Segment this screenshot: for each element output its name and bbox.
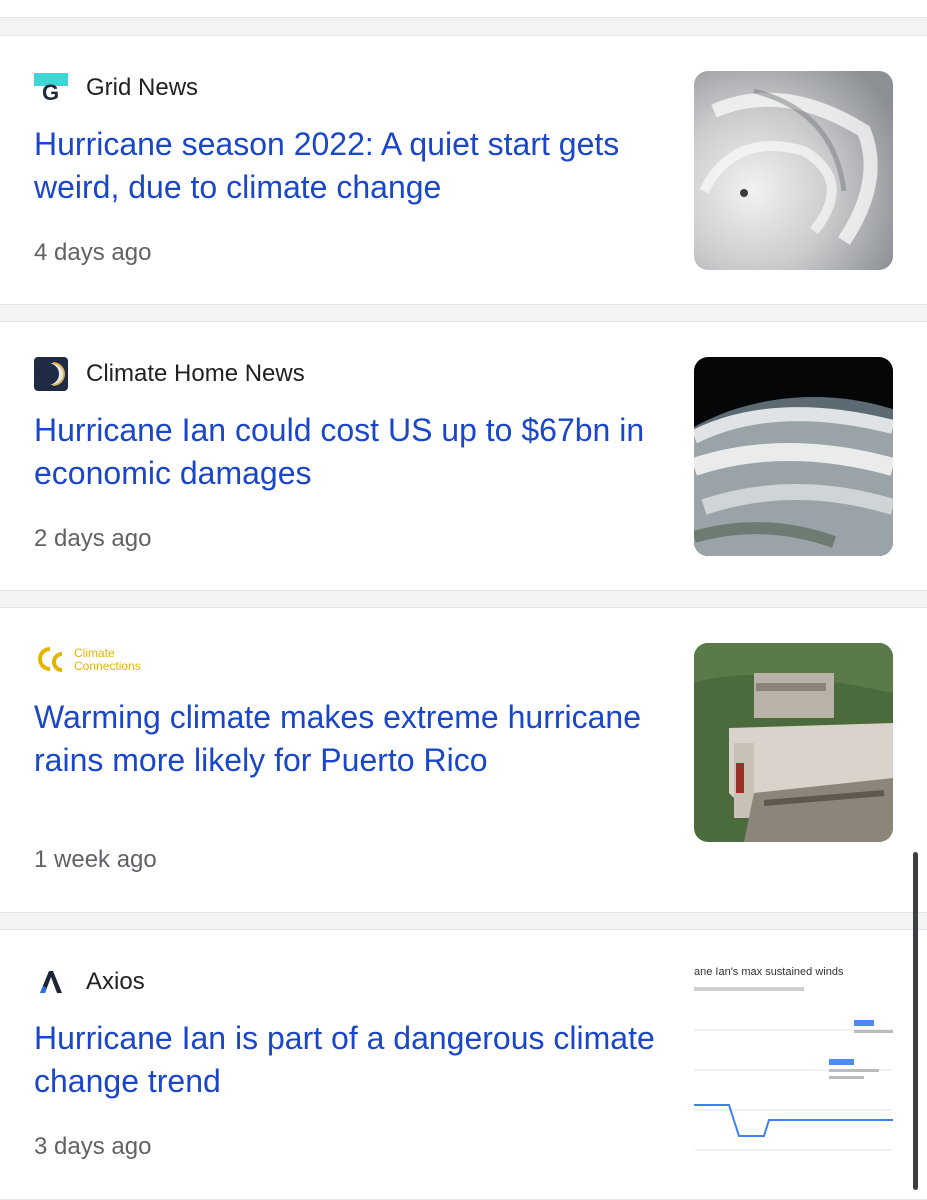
- thumbnail-chart-title: ane Ian's max sustained winds: [694, 966, 844, 978]
- source-name: Climate Home News: [86, 360, 305, 387]
- climate-connections-wordmark: Climate Connections: [74, 647, 141, 673]
- source-row: G Grid News: [34, 71, 198, 105]
- article-headline[interactable]: Hurricane Ian could cost US up to $67bn …: [34, 409, 664, 495]
- scrollbar[interactable]: [913, 852, 918, 1190]
- article-time: 2 days ago: [34, 525, 152, 552]
- wordmark-line1: Climate: [74, 646, 115, 660]
- news-card[interactable]: Climate Home News Hurricane Ian could co…: [0, 321, 927, 591]
- grid-news-logo-icon: G: [34, 71, 68, 105]
- source-name: Axios: [86, 968, 145, 995]
- source-row: Climate Home News: [34, 357, 305, 391]
- news-card[interactable]: Climate Connections Warming climate make…: [0, 607, 927, 913]
- climate-home-news-logo-icon: [34, 357, 68, 391]
- source-name: Grid News: [86, 74, 199, 101]
- wordmark-line2: Connections: [74, 659, 141, 673]
- climate-connections-logo-icon: Climate Connections: [34, 643, 141, 677]
- news-card[interactable]: G Grid News Hurricane season 2022: A qui…: [0, 35, 927, 305]
- article-headline[interactable]: Hurricane Ian is part of a dangerous cli…: [34, 1017, 664, 1103]
- source-row: Axios: [34, 965, 145, 999]
- article-thumbnail[interactable]: [694, 357, 893, 556]
- article-thumbnail[interactable]: [694, 643, 893, 842]
- source-row: Climate Connections: [34, 643, 141, 677]
- article-time: 1 week ago: [34, 846, 157, 873]
- article-time: 3 days ago: [34, 1133, 152, 1160]
- article-headline[interactable]: Warming climate makes extreme hurricane …: [34, 696, 664, 782]
- axios-logo-icon: [34, 965, 68, 999]
- svg-text:G: G: [42, 80, 59, 103]
- previous-card-edge: [0, 0, 927, 18]
- article-thumbnail[interactable]: ane Ian's max sustained winds: [694, 960, 893, 1159]
- article-time: 4 days ago: [34, 239, 152, 266]
- article-headline[interactable]: Hurricane season 2022: A quiet start get…: [34, 123, 664, 209]
- news-feed: G Grid News Hurricane season 2022: A qui…: [0, 0, 927, 1200]
- article-thumbnail[interactable]: [694, 71, 893, 270]
- news-card[interactable]: Axios Hurricane Ian is part of a dangero…: [0, 929, 927, 1200]
